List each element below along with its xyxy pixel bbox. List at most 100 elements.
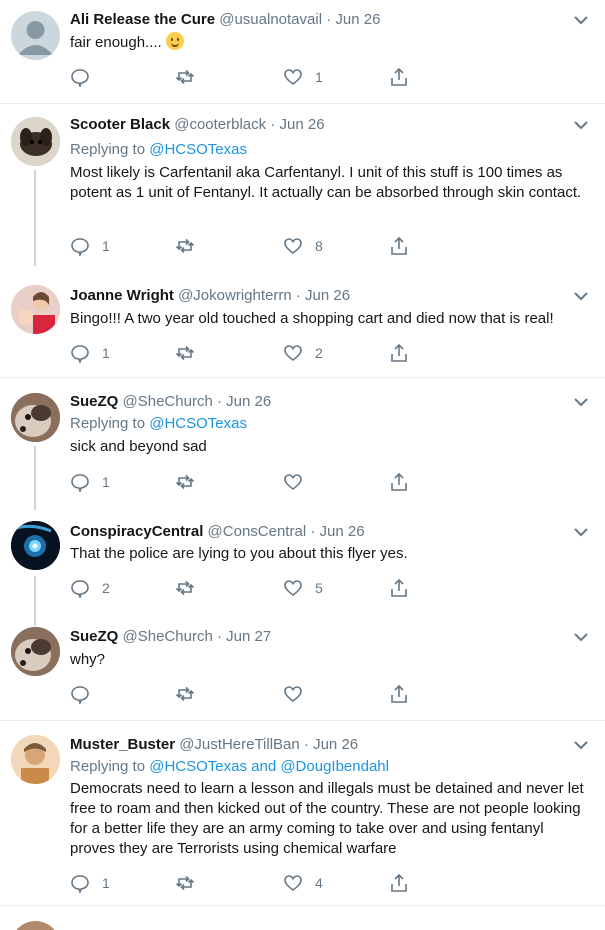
like-button[interactable] [283, 472, 315, 492]
tweet-actions: 1 8 [70, 236, 410, 256]
avatar[interactable] [11, 735, 60, 784]
chevron-down-icon[interactable] [571, 117, 591, 133]
woman-with-child-photo-icon [11, 285, 60, 334]
separator-dot: · [303, 736, 309, 753]
display-name[interactable]: Ali Release the Cure [70, 11, 215, 28]
avatar[interactable] [11, 627, 60, 676]
dog-photo-icon [11, 117, 60, 166]
separator-dot: · [295, 287, 301, 304]
avatar[interactable] [11, 11, 60, 60]
like-button[interactable]: 2 [283, 343, 323, 363]
tweet-header: ConspiracyCentral @ConsCentral · Jun 26 [70, 522, 365, 542]
user-handle[interactable]: @JustHereTillBan [179, 736, 300, 753]
like-button[interactable]: 1 [283, 67, 323, 87]
retweet-button[interactable] [175, 472, 195, 492]
share-icon [391, 873, 407, 892]
tweet[interactable]: ConspiracyCentral @ConsCentral · Jun 26 … [0, 508, 605, 614]
tweet-date[interactable]: Jun 26 [313, 736, 358, 753]
display-name[interactable]: Scooter Black [70, 116, 170, 133]
user-handle[interactable]: @cooterblack [174, 116, 266, 133]
display-name[interactable]: ConspiracyCentral [70, 523, 203, 540]
like-button[interactable]: 4 [283, 873, 323, 893]
chevron-down-icon[interactable] [571, 629, 591, 645]
like-count: 1 [315, 69, 323, 85]
reply-button[interactable]: 1 [70, 236, 110, 256]
replying-to: Replying to @HCSOTexas [70, 140, 247, 160]
user-handle[interactable]: @SheChurch [123, 628, 213, 645]
tweet-partial[interactable] [0, 907, 605, 930]
chevron-down-icon[interactable] [571, 524, 591, 540]
tweet-text: Bingo!!! A two year old touched a shoppi… [70, 310, 554, 327]
display-name[interactable]: SueZQ [70, 628, 118, 645]
chevron-down-icon[interactable] [571, 394, 591, 410]
tweet-date[interactable]: Jun 26 [280, 116, 325, 133]
chevron-down-icon[interactable] [571, 737, 591, 753]
slightly-smiling-face-icon [165, 32, 184, 50]
user-handle[interactable]: @Jokowrighterrn [178, 287, 292, 304]
retweet-button[interactable] [175, 343, 195, 363]
display-name[interactable]: Joanne Wright [70, 287, 174, 304]
avatar[interactable] [11, 393, 60, 442]
retweet-button[interactable] [175, 236, 195, 256]
reply-button[interactable] [70, 684, 102, 704]
user-handle[interactable]: @ConsCentral [208, 523, 307, 540]
tweet[interactable]: Ali Release the Cure @usualnotavail · Ju… [0, 0, 605, 104]
reply-icon [71, 345, 89, 363]
tweet-date[interactable]: Jun 26 [335, 11, 380, 28]
reply-button[interactable]: 1 [70, 343, 110, 363]
retweet-icon [175, 580, 195, 596]
chevron-down-icon[interactable] [571, 12, 591, 28]
tweet[interactable]: Muster_Buster @JustHereTillBan · Jun 26 … [0, 722, 605, 906]
share-button[interactable] [389, 67, 409, 87]
share-button[interactable] [389, 343, 409, 363]
tweet-actions: 2 5 [70, 578, 410, 598]
heart-icon [284, 69, 302, 86]
replying-to-link[interactable]: @HCSOTexas [149, 141, 247, 158]
tweet-text-row: fair enough.... [70, 32, 590, 53]
avatar[interactable] [11, 521, 60, 570]
tweet[interactable]: Scooter Black @cooterblack · Jun 26 Repl… [0, 105, 605, 270]
share-button[interactable] [389, 578, 409, 598]
replying-to-link[interactable]: @HCSOTexas [149, 415, 247, 432]
like-button[interactable]: 8 [283, 236, 323, 256]
avatar[interactable] [11, 285, 60, 334]
share-button[interactable] [389, 236, 409, 256]
reply-button[interactable]: 1 [70, 472, 110, 492]
user-handle[interactable]: @SheChurch [123, 393, 213, 410]
separator-dot: · [270, 116, 276, 133]
replying-prefix: Replying to [70, 758, 146, 775]
share-button[interactable] [389, 472, 409, 492]
tweet-date[interactable]: Jun 27 [226, 628, 271, 645]
chevron-down-icon[interactable] [571, 288, 591, 304]
reply-button[interactable]: 2 [70, 578, 110, 598]
retweet-button[interactable] [175, 873, 195, 893]
share-button[interactable] [389, 684, 409, 704]
display-name[interactable]: Muster_Buster [70, 736, 175, 753]
like-button[interactable]: 5 [283, 578, 323, 598]
tweet[interactable]: SueZQ @SheChurch · Jun 27 why? [0, 614, 605, 721]
tweet-date[interactable]: Jun 26 [305, 287, 350, 304]
heart-icon [284, 345, 302, 362]
separator-dot: · [216, 393, 222, 410]
retweet-button[interactable] [175, 67, 195, 87]
tweet[interactable]: SueZQ @SheChurch · Jun 26 Replying to @H… [0, 379, 605, 507]
display-name[interactable]: SueZQ [70, 393, 118, 410]
reply-button[interactable]: 1 [70, 873, 110, 893]
heart-icon [284, 686, 302, 703]
separator-dot: · [326, 11, 332, 28]
avatar[interactable] [11, 921, 60, 930]
avatar[interactable] [11, 117, 60, 166]
tweet-date[interactable]: Jun 26 [226, 393, 271, 410]
reply-icon [71, 580, 89, 598]
retweet-button[interactable] [175, 578, 195, 598]
tweet[interactable]: Joanne Wright @Jokowrighterrn · Jun 26 B… [0, 272, 605, 378]
user-handle[interactable]: @usualnotavail [219, 11, 322, 28]
like-count: 5 [315, 580, 323, 596]
like-button[interactable] [283, 684, 315, 704]
reply-button[interactable] [70, 67, 102, 87]
replying-to: Replying to @HCSOTexas [70, 414, 247, 434]
replying-to-link[interactable]: @HCSOTexas and @DougIbendahl [149, 758, 389, 775]
tweet-date[interactable]: Jun 26 [320, 523, 365, 540]
share-button[interactable] [389, 873, 409, 893]
retweet-button[interactable] [175, 684, 195, 704]
